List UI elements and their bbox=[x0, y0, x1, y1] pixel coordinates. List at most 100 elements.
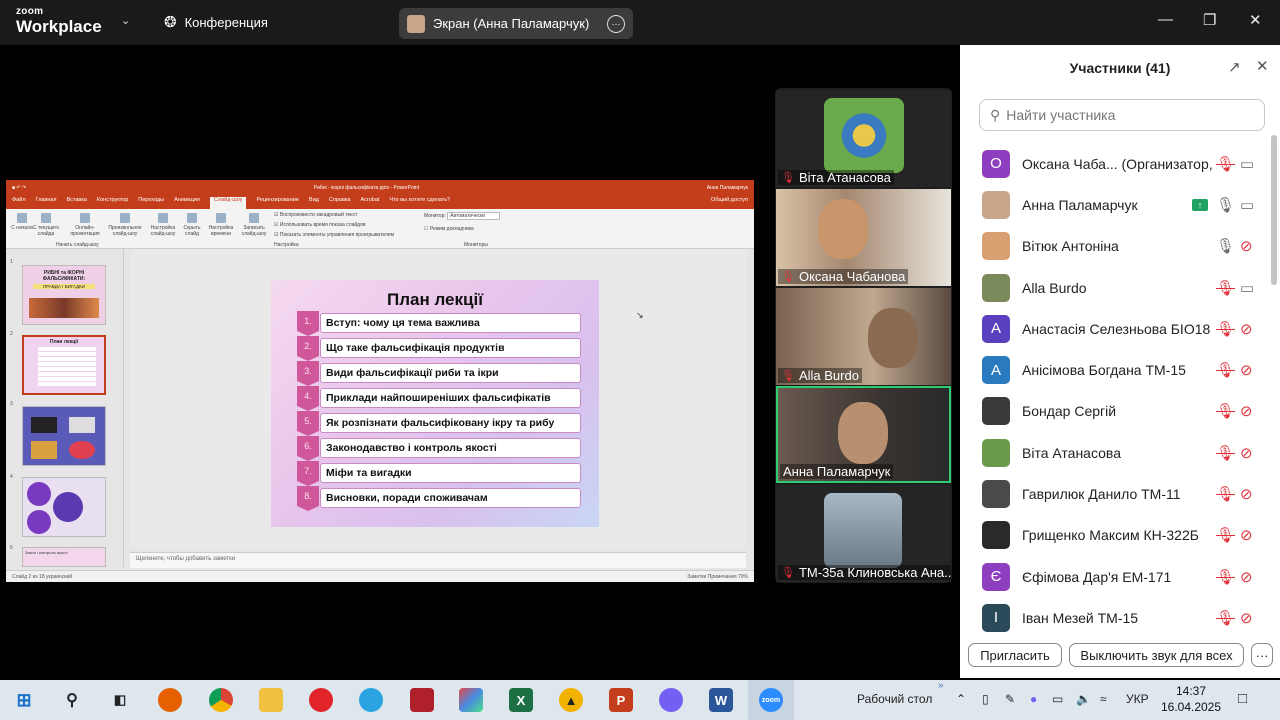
ppt-tab[interactable]: Главная bbox=[36, 197, 57, 209]
close-panel-icon[interactable]: ✕ bbox=[1256, 57, 1269, 75]
mic-muted-icon[interactable]: 🎙 bbox=[1216, 444, 1235, 462]
ribbon-button[interactable]: Произвольное слайд-шоу bbox=[106, 213, 144, 237]
participant-row[interactable]: Грищенко Максим КН-322Б 🎙 ⊘ bbox=[960, 515, 1265, 556]
video-icon[interactable]: ▭ bbox=[1240, 279, 1254, 297]
mic-icon[interactable]: 🎙 bbox=[1216, 237, 1235, 255]
ribbon-button[interactable]: Онлайн-презентация bbox=[68, 213, 102, 237]
volume-icon[interactable]: 🔈 bbox=[1076, 692, 1091, 706]
ribbon-button[interactable]: Записать слайд-шоу bbox=[237, 213, 271, 237]
notifications-icon[interactable]: □ bbox=[1238, 690, 1247, 707]
slide-thumbnail[interactable] bbox=[22, 477, 106, 537]
ribbon-button[interactable]: Настройка времени bbox=[206, 213, 236, 237]
video-tile[interactable]: 🎙 ТМ-35а Клиновська Ана... bbox=[776, 485, 951, 582]
viber-tray-icon[interactable]: ● bbox=[1030, 692, 1037, 706]
wifi-icon[interactable]: ≈ bbox=[1100, 692, 1107, 706]
search-input[interactable]: ⚲ Найти участника bbox=[979, 99, 1265, 131]
firefox-icon[interactable] bbox=[158, 688, 182, 712]
word-icon[interactable]: W bbox=[709, 688, 733, 712]
more-button[interactable]: ··· bbox=[1251, 643, 1273, 667]
viber-icon[interactable] bbox=[659, 688, 683, 712]
windows-start-icon[interactable]: ⊞ bbox=[12, 688, 36, 712]
checkbox-timings[interactable]: ☑ Использовать время показа слайдов bbox=[274, 222, 366, 228]
language-indicator[interactable]: УКР bbox=[1126, 692, 1149, 706]
slide-thumbnail-active[interactable]: План лекції bbox=[22, 335, 106, 395]
video-icon[interactable]: ▭ bbox=[1240, 155, 1254, 173]
slide-thumbnail[interactable]: РИБНІ та ІКОРНІ ФАЛЬСИФІКАТИ: ПРАВДА І В… bbox=[22, 265, 106, 325]
video-off-icon[interactable]: ⊘ bbox=[1240, 444, 1253, 462]
popout-icon[interactable]: ↗ bbox=[1228, 58, 1241, 76]
mic-muted-icon[interactable]: 🎙 bbox=[1216, 155, 1235, 173]
minimize-button[interactable]: — bbox=[1158, 11, 1173, 28]
app-icon[interactable]: ▲ bbox=[559, 688, 583, 712]
participant-row[interactable]: А Анісімова Богдана ТМ-15 🎙 ⊘ bbox=[960, 349, 1265, 390]
video-tile-active-speaker[interactable]: Анна Паламарчук bbox=[776, 386, 951, 483]
mic-muted-icon[interactable]: 🎙 bbox=[1216, 609, 1235, 627]
mic-muted-icon[interactable]: 🎙 bbox=[1216, 526, 1235, 544]
ppt-tab[interactable]: Переходы bbox=[138, 197, 164, 209]
ppt-tab[interactable]: Вид bbox=[309, 197, 319, 209]
meeting-menu[interactable]: ❂ Конференция bbox=[164, 13, 268, 31]
video-off-icon[interactable]: ⊘ bbox=[1240, 320, 1253, 338]
desktop-toolbar[interactable]: Рабочий стол bbox=[857, 692, 932, 706]
video-tile[interactable]: 🎙 Alla Burdo bbox=[776, 288, 951, 385]
mute-all-button[interactable]: Выключить звук для всех bbox=[1069, 643, 1244, 667]
mic-muted-icon[interactable]: 🎙 bbox=[1216, 485, 1235, 503]
checkbox-narration[interactable]: ☑ Воспроизвести закадровый текст bbox=[274, 212, 357, 218]
monitor-select[interactable]: Монитор: Автоматически bbox=[424, 212, 501, 220]
search-icon[interactable]: ⚲ bbox=[60, 688, 84, 712]
powerpoint-icon[interactable]: P bbox=[609, 688, 633, 712]
participant-row[interactable]: А Анастасія Селезньова БІО18 🎙 ⊘ bbox=[960, 308, 1265, 349]
ppt-tab[interactable]: Рецензирование bbox=[256, 197, 298, 209]
participant-row[interactable]: Alla Burdo 🎙 ▭ bbox=[960, 267, 1265, 308]
ppt-tab[interactable]: Справка bbox=[329, 197, 351, 209]
mic-muted-icon[interactable]: 🎙 bbox=[1216, 279, 1235, 297]
participant-row[interactable]: І Іван Мезей ТМ-15 🎙 ⊘ bbox=[960, 597, 1265, 633]
video-tile[interactable]: 🎙 Віта Атанасова bbox=[776, 90, 951, 187]
battery-icon[interactable]: ▭ bbox=[1052, 692, 1063, 706]
task-view-icon[interactable]: ◧ bbox=[108, 688, 132, 712]
ppt-share-button[interactable]: Общий доступ bbox=[711, 197, 748, 209]
checkbox-presenter-view[interactable]: ☐ Режим докладчика bbox=[424, 226, 474, 232]
more-options-icon[interactable]: ··· bbox=[607, 14, 625, 33]
checkbox-media-controls[interactable]: ☑ Показать элементы управления проигрыва… bbox=[274, 232, 394, 238]
ppt-tab[interactable]: Слайд-шоу bbox=[209, 197, 247, 209]
opera-icon[interactable] bbox=[309, 688, 333, 712]
close-button[interactable]: ✕ bbox=[1249, 11, 1262, 29]
video-off-icon[interactable]: ⊘ bbox=[1240, 402, 1253, 420]
chevron-down-icon[interactable]: ⌄ bbox=[121, 14, 130, 27]
video-off-icon[interactable]: ⊘ bbox=[1240, 237, 1253, 255]
slide-thumbnail[interactable]: Закон і контроль якості bbox=[22, 547, 106, 567]
video-off-icon[interactable]: ⊘ bbox=[1240, 485, 1253, 503]
ribbon-button[interactable]: Скрыть слайд bbox=[179, 213, 205, 237]
pen-icon[interactable]: ✎ bbox=[1005, 692, 1015, 706]
phone-icon[interactable]: ▯ bbox=[982, 692, 989, 706]
chevron-up-icon[interactable]: ⌃ bbox=[956, 692, 966, 706]
ppt-tab[interactable]: Вставка bbox=[66, 197, 86, 209]
file-explorer-icon[interactable] bbox=[259, 688, 283, 712]
ppt-tab[interactable]: Анимация bbox=[174, 197, 200, 209]
video-off-icon[interactable]: ⊘ bbox=[1240, 568, 1253, 586]
participant-row[interactable]: Бондар Сергій 🎙 ⊘ bbox=[960, 391, 1265, 432]
zoom-icon[interactable]: zoom bbox=[759, 688, 783, 712]
mic-muted-icon[interactable]: 🎙 bbox=[1216, 402, 1235, 420]
video-off-icon[interactable]: ⊘ bbox=[1240, 361, 1253, 379]
video-icon[interactable]: ▭ bbox=[1240, 196, 1254, 214]
app-icon[interactable] bbox=[410, 688, 434, 712]
excel-icon[interactable]: X bbox=[509, 688, 533, 712]
telegram-icon[interactable] bbox=[359, 688, 383, 712]
ppt-tab[interactable]: Файл bbox=[12, 197, 26, 209]
video-off-icon[interactable]: ⊘ bbox=[1240, 526, 1253, 544]
chrome-icon[interactable] bbox=[209, 688, 233, 712]
participant-row[interactable]: Анна Паламарчук ↑ 🎙 ▭ bbox=[960, 184, 1265, 225]
participant-row[interactable]: О Оксана Чаба... (Организатор, я) 🎙 ▭ bbox=[960, 143, 1265, 184]
participant-row[interactable]: Є Єфімова Дар'я ЕМ-171 🎙 ⊘ bbox=[960, 556, 1265, 597]
video-tile[interactable]: 🎙 Оксана Чабанова bbox=[776, 189, 951, 286]
scrollbar[interactable] bbox=[1271, 135, 1277, 285]
invite-button[interactable]: Пригласить bbox=[968, 643, 1062, 667]
video-off-icon[interactable]: ⊘ bbox=[1240, 609, 1253, 627]
participant-row[interactable]: Віта Атанасова 🎙 ⊘ bbox=[960, 432, 1265, 473]
participant-row[interactable]: Вітюк Антоніна 🎙 ⊘ bbox=[960, 226, 1265, 267]
clock[interactable]: 14:37 16.04.2025 bbox=[1160, 683, 1222, 715]
expand-icon[interactable]: » bbox=[938, 680, 944, 691]
mic-muted-icon[interactable]: 🎙 bbox=[1216, 320, 1235, 338]
